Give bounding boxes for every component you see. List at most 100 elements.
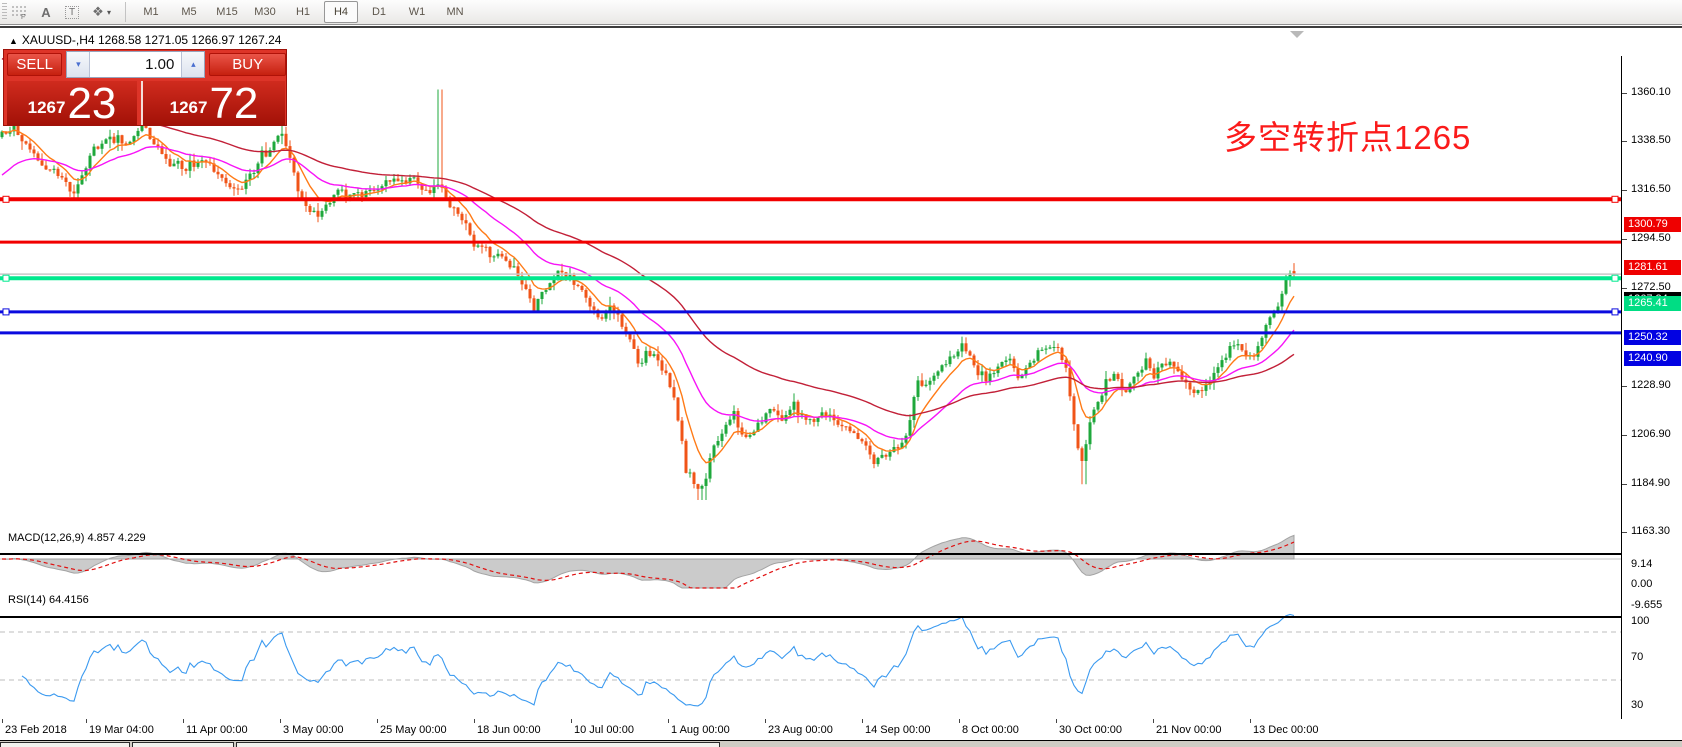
price-tick-label: 1184.90 (1631, 477, 1670, 489)
date-tick-label: 23 Feb 2018 (5, 724, 67, 736)
one-click-trading-panel: SELL ▾ ▴ BUY 1267 23 1267 72 (3, 49, 287, 126)
sell-price-points: 23 (67, 86, 116, 122)
macd-tick-label: -9.655 (1631, 599, 1662, 611)
chart-title: ▲ XAUUSD-,H4 1268.58 1271.05 1266.97 1267… (9, 33, 281, 47)
price-tick-label: 1228.90 (1631, 379, 1671, 391)
toolbar-separator (125, 2, 126, 22)
date-tick-label: 3 May 00:00 (283, 724, 344, 736)
price-tick-mark (1622, 532, 1627, 533)
date-tick-label: 23 Aug 00:00 (768, 724, 833, 736)
date-tick-mark (862, 719, 863, 723)
chart-tab[interactable] (0, 742, 130, 747)
macd-tick-label: 9.14 (1631, 558, 1652, 570)
date-tick-mark (377, 719, 378, 723)
rsi-tick-label: 100 (1631, 615, 1649, 627)
buy-price-main: 1267 (170, 98, 208, 118)
rsi-tick-label: 30 (1631, 699, 1643, 711)
volume-decrease-button[interactable]: ▾ (67, 52, 90, 77)
chart-shift-marker-icon[interactable] (1290, 31, 1304, 38)
date-tick-mark (183, 719, 184, 723)
chart-tabs-strip[interactable] (0, 740, 1682, 747)
date-tick-label: 14 Sep 00:00 (865, 724, 930, 736)
date-tick-label: 19 Mar 04:00 (89, 724, 154, 736)
chart-annotation-text: 多空转折点1265 (1224, 111, 1471, 159)
tools-dropdown-caret-icon[interactable]: ▾ (107, 8, 117, 17)
date-tick-mark (86, 719, 87, 723)
pane-separator[interactable] (0, 553, 1621, 555)
timeframe-button-d1[interactable]: D1 (362, 1, 396, 23)
timeframe-buttons: M1M5M15M30H1H4D1W1MN (132, 1, 474, 23)
macd-tick-label: 0.00 (1631, 578, 1652, 590)
price-tick-label: 1294.50 (1631, 232, 1671, 244)
date-tick-label: 21 Nov 00:00 (1156, 724, 1221, 736)
date-tick-label: 13 Dec 00:00 (1253, 724, 1318, 736)
date-tick-mark (1250, 719, 1251, 723)
price-tick-mark (1622, 386, 1627, 387)
chart-tab[interactable] (132, 742, 234, 747)
price-line-badge: 1240.90 (1624, 351, 1681, 366)
price-tick-mark (1622, 93, 1627, 94)
price-line-badge: 1281.61 (1624, 260, 1681, 275)
buy-price-tile[interactable]: 1267 72 (141, 81, 285, 125)
price-tick-label: 1163.30 (1631, 525, 1670, 537)
date-tick-mark (765, 719, 766, 723)
buy-button[interactable]: BUY (209, 53, 286, 76)
date-tick-label: 11 Apr 00:00 (186, 724, 248, 736)
date-tick-mark (2, 719, 3, 723)
price-tick-label: 1360.10 (1631, 86, 1671, 98)
buy-price-points: 72 (209, 86, 258, 122)
price-tick-mark (1622, 190, 1627, 191)
timeframe-button-h1[interactable]: H1 (286, 1, 320, 23)
rsi-indicator-label: RSI(14) 64.4156 (8, 594, 89, 606)
price-line-badge: 1265.41 (1624, 296, 1681, 311)
date-axis[interactable]: 23 Feb 2018 19 Mar 04:00 11 Apr 00:00 3 May… (0, 719, 1682, 740)
timeframe-button-m30[interactable]: M30 (248, 1, 282, 23)
date-tick-label: 1 Aug 00:00 (671, 724, 730, 736)
date-tick-mark (1056, 719, 1057, 723)
text-tool-icon[interactable]: T (59, 2, 85, 22)
timeframe-button-mn[interactable]: MN (438, 1, 472, 23)
chart-window: ▲ XAUUSD-,H4 1268.58 1271.05 1266.97 1267… (0, 26, 1682, 742)
date-tick-label: 30 Oct 00:00 (1059, 724, 1122, 736)
ohlc-values: 1268.58 1271.05 1266.97 1267.24 (98, 33, 282, 47)
sell-price-main: 1267 (28, 98, 66, 118)
price-tick-label: 1316.50 (1631, 183, 1671, 195)
svg-text:F: F (21, 14, 25, 20)
date-tick-mark (959, 719, 960, 723)
price-tick-label: 1206.90 (1631, 428, 1671, 440)
text-label-tool-icon[interactable]: A (33, 2, 59, 22)
price-line-badge: 1250.32 (1624, 330, 1681, 345)
collapse-arrow-icon[interactable]: ▲ (9, 36, 18, 46)
date-tick-label: 8 Oct 00:00 (962, 724, 1019, 736)
date-tick-label: 25 May 00:00 (380, 724, 447, 736)
pane-separator[interactable] (0, 616, 1621, 618)
volume-input[interactable] (90, 52, 181, 77)
date-tick-mark (280, 719, 281, 723)
sell-price-tile[interactable]: 1267 23 (7, 81, 137, 125)
rsi-tick-label: 70 (1631, 651, 1643, 663)
date-tick-mark (571, 719, 572, 723)
price-tick-mark (1622, 435, 1627, 436)
price-tick-mark (1622, 141, 1627, 142)
sell-button[interactable]: SELL (7, 53, 62, 76)
price-tick-mark (1622, 288, 1627, 289)
price-line-badge: 1300.79 (1624, 217, 1681, 232)
date-tick-label: 10 Jul 00:00 (574, 724, 634, 736)
timeframe-button-h4[interactable]: H4 (324, 1, 358, 23)
fibonacci-tool-icon[interactable]: F (7, 2, 33, 22)
date-tick-label: 18 Jun 00:00 (477, 724, 541, 736)
symbol-label: XAUUSD-,H4 (22, 33, 95, 47)
macd-indicator-label: MACD(12,26,9) 4.857 4.229 (8, 532, 146, 544)
application-window: F A T ❖ ▾ M1M5M15M30H1H4D1W1MN ▲XAUUSD-,… (0, 0, 1682, 747)
chart-tab[interactable] (236, 742, 720, 747)
date-tick-mark (668, 719, 669, 723)
timeframe-button-m1[interactable]: M1 (134, 1, 168, 23)
timeframe-button-w1[interactable]: W1 (400, 1, 434, 23)
timeframe-button-m15[interactable]: M15 (210, 1, 244, 23)
price-tick-label: 1338.50 (1631, 134, 1671, 146)
volume-increase-button[interactable]: ▴ (181, 52, 204, 77)
price-axis[interactable]: 1360.101338.501316.501294.501272.501228.… (1621, 56, 1682, 746)
volume-control: ▾ ▴ (66, 51, 205, 78)
price-tick-mark (1622, 239, 1627, 240)
timeframe-button-m5[interactable]: M5 (172, 1, 206, 23)
